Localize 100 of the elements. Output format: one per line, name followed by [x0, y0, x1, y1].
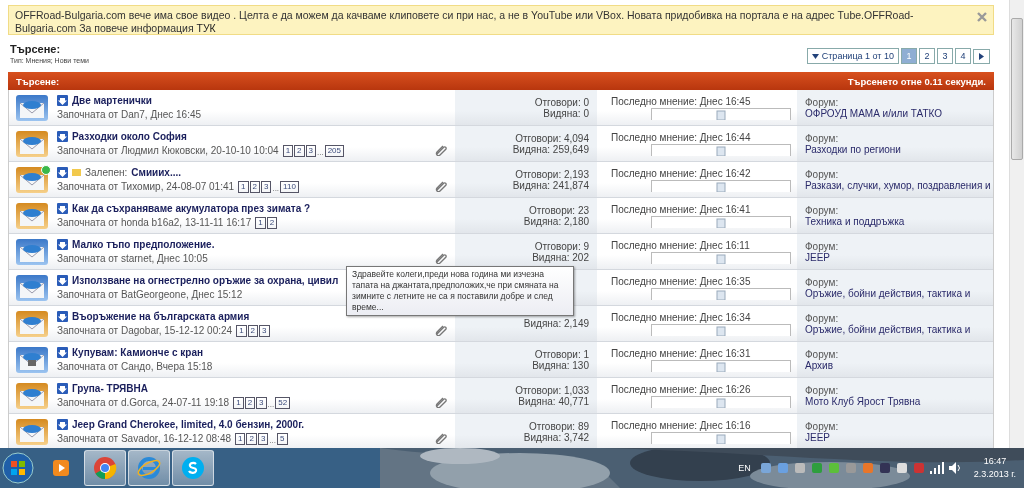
envelope-icon — [15, 129, 49, 158]
scrollbar[interactable] — [1009, 0, 1024, 448]
next-arrow-icon — [979, 52, 984, 60]
page-link[interactable]: 5 — [277, 432, 288, 445]
page-link[interactable]: 110 — [280, 180, 299, 193]
forum-label: Форум: — [805, 132, 840, 144]
page-link[interactable]: 2 — [249, 180, 260, 193]
forum-link[interactable]: ОФРОУД МАМА и/или ТАТКО — [805, 107, 993, 119]
page-link[interactable]: 205 — [324, 144, 344, 157]
forum-link[interactable]: JEEP — [805, 251, 993, 263]
next-page-button[interactable] — [973, 48, 990, 64]
page-link[interactable]: 1 — [233, 396, 244, 409]
thread-starter: Започната от Сандо, Вчера 15:18 — [57, 361, 213, 372]
envelope-icon — [15, 237, 49, 266]
page-link[interactable]: 1 — [235, 432, 246, 445]
first-unread-icon[interactable] — [57, 202, 68, 214]
page-link[interactable]: 3 — [260, 180, 272, 193]
start-button[interactable] — [2, 452, 34, 484]
tray-icon[interactable] — [861, 462, 874, 474]
page-menu[interactable]: Страница 1 от 10 — [806, 48, 899, 64]
page-link[interactable]: 3 — [259, 324, 270, 337]
forum-link[interactable]: JEEP — [805, 431, 993, 443]
thread-starter: Започната от BatGeorgeone, Днес 15:12 — [57, 289, 243, 300]
forum-link[interactable]: Разходки по региони — [805, 143, 993, 155]
page-link[interactable]: 1 — [282, 144, 294, 157]
page-link[interactable]: 4 — [955, 48, 971, 64]
tray-icon[interactable] — [878, 462, 891, 474]
tooltip: Здравейте колеги,преди нова година ми изчезна тапата на джантата,предположих,че при смяната на зимните с летните не са я поставили добре и след време... — [346, 266, 574, 316]
thread-starter: Започната от Savador, 16-12-12 08:48 — [57, 433, 232, 444]
broken-image-icon — [651, 360, 791, 372]
volume-icon[interactable] — [948, 462, 963, 474]
media-player-icon[interactable] — [51, 458, 71, 478]
caret-icon — [811, 53, 819, 59]
first-unread-icon[interactable] — [57, 347, 68, 358]
tray-icon[interactable] — [793, 462, 806, 474]
first-unread-icon[interactable] — [57, 239, 68, 250]
page-link[interactable]: 52 — [275, 396, 291, 409]
clock[interactable]: 16:47 2.3.2013 г. — [973, 455, 1016, 481]
page-link[interactable]: 2 — [247, 324, 259, 337]
first-unread-icon[interactable] — [57, 95, 68, 106]
first-unread-icon[interactable] — [57, 130, 68, 142]
thread-title[interactable]: Смииих.... — [131, 166, 182, 178]
forum-link[interactable]: Мото Клуб Ярост Трявна — [805, 395, 993, 407]
page-link[interactable]: 3 — [937, 48, 953, 64]
broken-image-icon — [651, 180, 791, 192]
skype-icon[interactable] — [181, 456, 205, 480]
page-link[interactable]: 2 — [244, 396, 256, 409]
page-link[interactable]: 2 — [266, 216, 278, 229]
forum-link[interactable]: Техника и поддръжка — [805, 215, 993, 227]
taskbar-app-button[interactable] — [128, 450, 170, 486]
page-link[interactable]: 1 — [236, 324, 247, 337]
last-post: Последно мнение: Днес 16:26 — [611, 384, 752, 395]
tray-icon[interactable] — [759, 462, 772, 474]
thread-title[interactable]: Купувам: Камионче с кран — [72, 347, 204, 358]
page-link[interactable]: 2 — [294, 144, 305, 157]
sticky-prefix: Залепен: — [85, 166, 128, 178]
broken-image-icon — [651, 144, 791, 156]
views-count: Видяна: 241,874 — [512, 179, 589, 191]
page-link[interactable]: 1 — [238, 180, 249, 193]
close-icon[interactable] — [977, 12, 987, 22]
thread-title[interactable]: Как да съхраняваме акумулатора през зимата ? — [72, 202, 311, 214]
chrome-icon[interactable] — [93, 456, 117, 480]
replies-count: Отговори: 0 — [534, 96, 589, 108]
page-link[interactable]: 2 — [246, 432, 257, 445]
thread-title[interactable]: Две мартенички — [72, 95, 152, 106]
replies-count: Отговори: 2,193 — [515, 168, 589, 180]
thread-title[interactable]: Въоръжение на българската армия — [72, 310, 250, 322]
page-link[interactable]: 3 — [257, 432, 269, 445]
tray-icon[interactable] — [895, 462, 908, 474]
forum-label: Форум: — [805, 420, 840, 432]
signal-icon[interactable] — [929, 462, 944, 474]
last-post: Последно мнение: Днес 16:42 — [611, 168, 752, 179]
forum-link[interactable]: Разкази, случки, хумор, поздравления и — [805, 179, 993, 191]
page-link[interactable]: 3 — [305, 144, 316, 157]
forum-link[interactable]: Оръжие, бойни действия, тактика и — [805, 323, 993, 335]
page-link[interactable]: 3 — [256, 396, 267, 409]
thread-starter: Започната от Тихомир, 24-08-07 01:41 — [57, 181, 235, 192]
thread-title[interactable]: Използване на огнестрелно оръжие за охрана, цивил — [72, 275, 339, 286]
first-unread-icon[interactable] — [57, 382, 68, 394]
thread-title[interactable]: Група- ТРЯВНА — [72, 382, 148, 394]
first-unread-icon[interactable] — [57, 166, 68, 178]
forum-link[interactable]: Оръжие, бойни действия, тактика и — [805, 287, 993, 299]
first-unread-icon[interactable] — [57, 418, 68, 430]
first-unread-icon[interactable] — [57, 310, 68, 322]
thread-title[interactable]: Jeep Grand Cherokee, limited, 4.0 бензин, 2000г. — [72, 418, 305, 430]
taskbar-app-button[interactable] — [172, 450, 214, 486]
notice-link[interactable]: ТУК — [196, 22, 216, 34]
thread-starter: Започната от d.Gorca, 24-07-11 19:18 — [57, 397, 230, 408]
language-indicator[interactable]: EN — [738, 463, 751, 473]
thread-title[interactable]: Малко тъпо предположение. — [72, 239, 215, 250]
taskbar-app-button[interactable] — [84, 450, 126, 486]
envelope-icon — [15, 381, 49, 410]
thread-title[interactable]: Разходки около София — [72, 130, 187, 142]
first-unread-icon[interactable] — [57, 275, 68, 286]
forum-label: Форум: — [805, 348, 840, 360]
page-link[interactable]: 2 — [919, 48, 935, 64]
forum-link[interactable]: Архив — [805, 359, 993, 371]
forum-label: Форум: — [805, 204, 840, 216]
tray-icon[interactable] — [776, 462, 789, 474]
page-link[interactable]: 1 — [255, 216, 266, 229]
